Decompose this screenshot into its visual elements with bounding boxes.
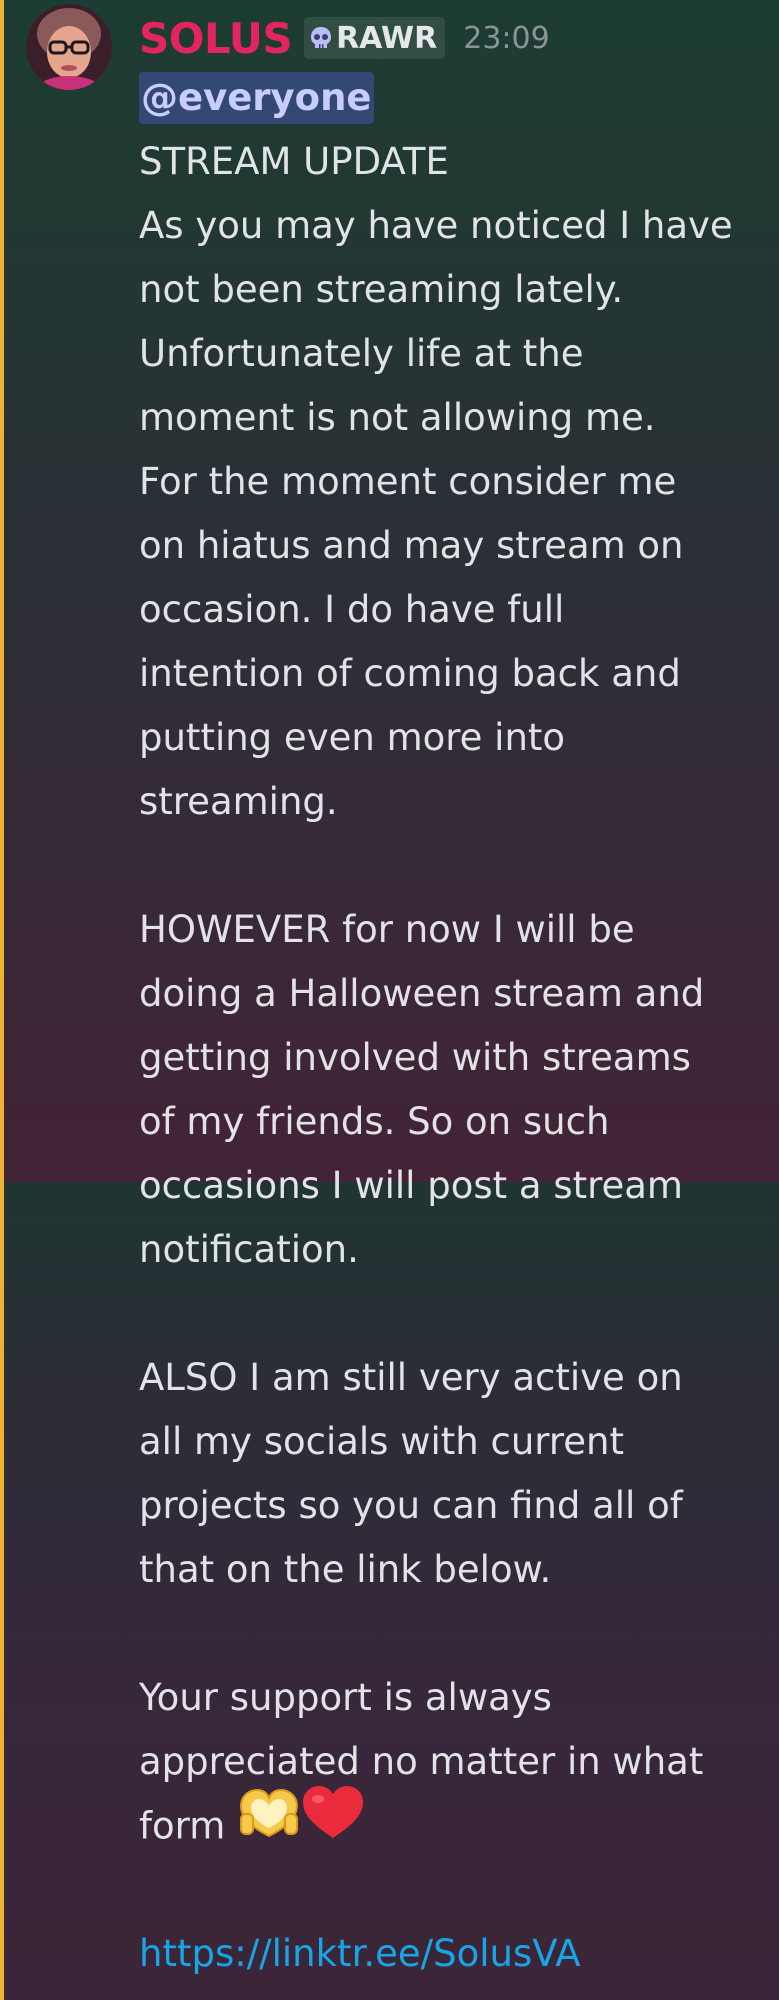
- everyone-mention[interactable]: @everyone: [139, 72, 374, 124]
- message-line: moment is not allowing me.: [139, 396, 656, 439]
- message-line: intention of coming back and: [139, 652, 681, 695]
- message-line: Unfortunately life at the: [139, 332, 584, 375]
- author-name[interactable]: SOLUS: [139, 14, 293, 63]
- message-line: projects so you can find all of: [139, 1484, 683, 1527]
- message-line-text: form: [139, 1804, 238, 1848]
- role-tag-label: RAWR: [336, 20, 438, 56]
- message-timestamp[interactable]: 23:09: [463, 21, 549, 56]
- message-body: @everyone STREAM UPDATE As you may have n…: [139, 66, 769, 1986]
- avatar-image: [26, 4, 112, 90]
- message-line: ALSO I am still very active on: [139, 1356, 683, 1399]
- message-line: doing a Halloween stream and: [139, 972, 705, 1015]
- message-line: For the moment consider me: [139, 460, 677, 503]
- message-line: STREAM UPDATE: [139, 140, 449, 183]
- role-tag[interactable]: RAWR: [304, 17, 446, 59]
- message-line: all my socials with current: [139, 1420, 624, 1463]
- message-line: appreciated no matter in what: [139, 1740, 704, 1783]
- message-line-emoji: form: [139, 1786, 769, 1858]
- message-line: putting even more into: [139, 716, 566, 759]
- skull-icon: [308, 25, 334, 51]
- red-heart-icon: [301, 1784, 365, 1862]
- message-line: Your support is always: [139, 1676, 552, 1719]
- message-line: notification.: [139, 1228, 359, 1271]
- message-line: of my friends. So on such: [139, 1100, 610, 1143]
- heart-hands-icon: [237, 1784, 301, 1862]
- message-line: occasions I will post a stream: [139, 1164, 683, 1207]
- link-line: https://linktr.ee/SolusVA: [139, 1922, 769, 1986]
- message-line: not been streaming lately.: [139, 268, 624, 311]
- linktree-link[interactable]: https://linktr.ee/SolusVA: [139, 1932, 581, 1975]
- message-line: on hiatus and may stream on: [139, 524, 684, 567]
- message-line: getting involved with streams: [139, 1036, 691, 1079]
- mention-line: @everyone: [139, 66, 769, 130]
- mention-highlight-bar: [0, 0, 4, 2000]
- message-lines: STREAM UPDATE As you may have noticed I h…: [139, 130, 769, 1794]
- message-line: that on the link below.: [139, 1548, 552, 1591]
- message-line: HOWEVER for now I will be: [139, 908, 635, 951]
- message-header: SOLUS RAWR 23:09: [139, 8, 550, 68]
- message-line: occasion. I do have full: [139, 588, 565, 631]
- message-line: streaming.: [139, 780, 338, 823]
- avatar[interactable]: [26, 4, 112, 90]
- message-line: As you may have noticed I have: [139, 204, 733, 247]
